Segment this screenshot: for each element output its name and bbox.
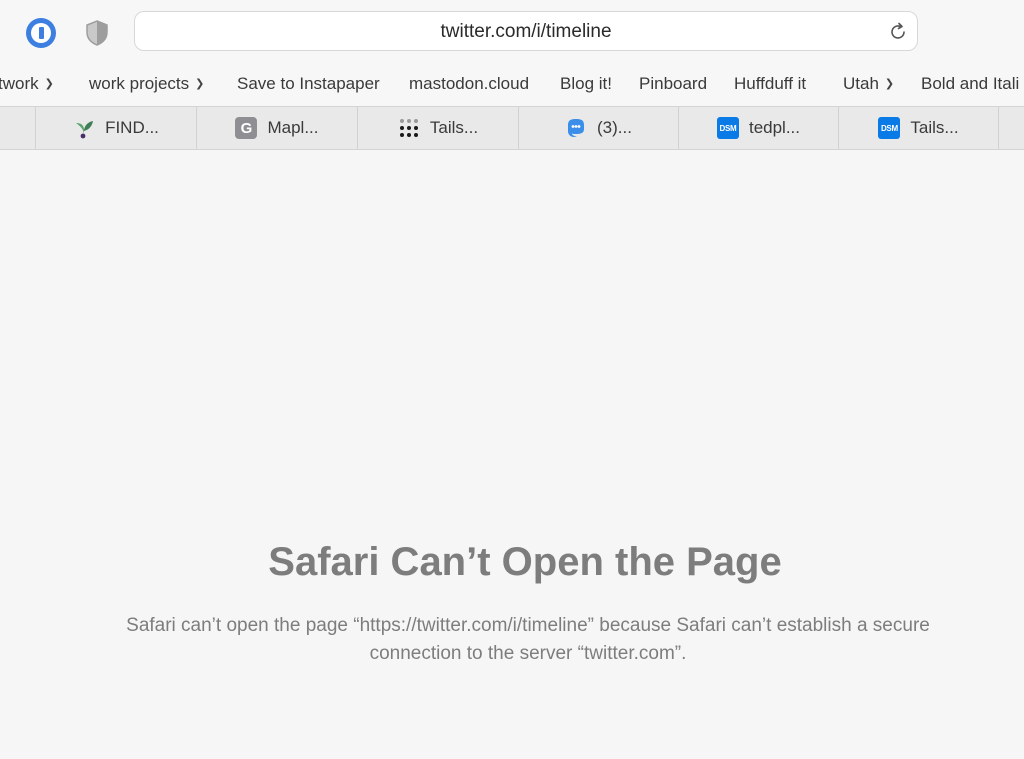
tab-bar: FIND... G Mapl... Tails... (3)... DSM te…	[0, 106, 1024, 150]
tab-title: (3)...	[597, 118, 632, 137]
tab-title: FIND...	[105, 118, 159, 137]
dsm-icon: DSM	[716, 117, 739, 139]
bookmark-label: Bold and Itali	[921, 74, 1020, 93]
dot	[406, 133, 411, 137]
bookmark-label: Blog it!	[560, 74, 612, 93]
bookmark-label: Utah	[843, 74, 879, 93]
bookmark-label: mastodon.cloud	[409, 74, 530, 93]
dot	[399, 119, 404, 123]
sprout-icon	[76, 121, 94, 139]
tab-title: Mapl...	[267, 118, 319, 137]
bookmark-label: Pinboard	[639, 74, 708, 93]
bookmark-label: Huffduff it	[734, 74, 807, 93]
bookmark-folder-work-projects[interactable]: work projects ❯	[89, 66, 204, 104]
dots-grid	[399, 119, 418, 137]
g-letter-icon: G	[235, 117, 258, 139]
1password-keyhole	[38, 27, 44, 39]
chevron-down-icon: ❯	[44, 78, 54, 90]
address-bar[interactable]: twitter.com/i/timeline	[134, 11, 918, 51]
tab-tails-2[interactable]: DSM Tails...	[839, 107, 999, 149]
dot	[413, 119, 418, 123]
dot	[399, 133, 404, 137]
mastodon-icon	[568, 119, 585, 137]
bookmark-huffduff-it[interactable]: Huffduff it	[734, 66, 806, 104]
browser-toolbar: twitter.com/i/timeline	[0, 0, 1024, 66]
tab-mastodon[interactable]: (3)...	[519, 107, 679, 149]
address-bar-url[interactable]: twitter.com/i/timeline	[135, 12, 917, 52]
dots-grid-icon	[398, 117, 420, 139]
bookmark-save-to-instapaper[interactable]: Save to Instapaper	[237, 66, 380, 104]
dot	[399, 126, 404, 130]
reload-icon[interactable]	[888, 22, 908, 42]
error-message: Safari can’t open the page “https://twit…	[126, 615, 930, 664]
bookmark-bold-and-italic[interactable]: Bold and Itali	[921, 66, 1019, 104]
dot	[406, 119, 411, 123]
tab-find[interactable]: FIND...	[36, 107, 197, 149]
bookmarks-bar: twork ❯ work projects ❯ Save to Instapaper…	[0, 66, 1024, 106]
tab-tails-1[interactable]: Tails...	[358, 107, 519, 149]
dot	[413, 126, 418, 130]
tab-overflow[interactable]	[0, 107, 36, 149]
chevron-down-icon: ❯	[884, 78, 895, 90]
bookmark-label: work projects	[89, 74, 190, 93]
dsm-icon: DSM	[878, 117, 901, 139]
dot	[413, 133, 418, 137]
bookmark-blog-it[interactable]: Blog it!	[560, 66, 612, 104]
1password-icon[interactable]	[26, 18, 56, 48]
shield-icon[interactable]	[85, 20, 109, 46]
bookmark-label: Save to Instapaper	[237, 74, 380, 93]
tab-title: tedpl...	[748, 118, 801, 137]
1password-ring	[31, 23, 51, 43]
tab-title: Tails...	[429, 118, 479, 137]
tab-tedpl[interactable]: DSM tedpl...	[679, 107, 839, 149]
bookmark-pinboard[interactable]: Pinboard	[639, 66, 707, 104]
dot	[406, 126, 411, 130]
bookmark-folder-utah[interactable]: Utah ❯	[843, 66, 894, 104]
tab-mapl[interactable]: G Mapl...	[197, 107, 358, 149]
bookmark-folder-network[interactable]: twork ❯	[0, 66, 54, 104]
bookmark-label: twork	[0, 74, 39, 93]
tab-title: Tails...	[910, 118, 959, 137]
bookmark-mastodon-cloud[interactable]: mastodon.cloud	[409, 66, 529, 104]
error-title: Safari Can’t Open the Page	[268, 540, 782, 584]
chevron-down-icon: ❯	[195, 78, 205, 90]
